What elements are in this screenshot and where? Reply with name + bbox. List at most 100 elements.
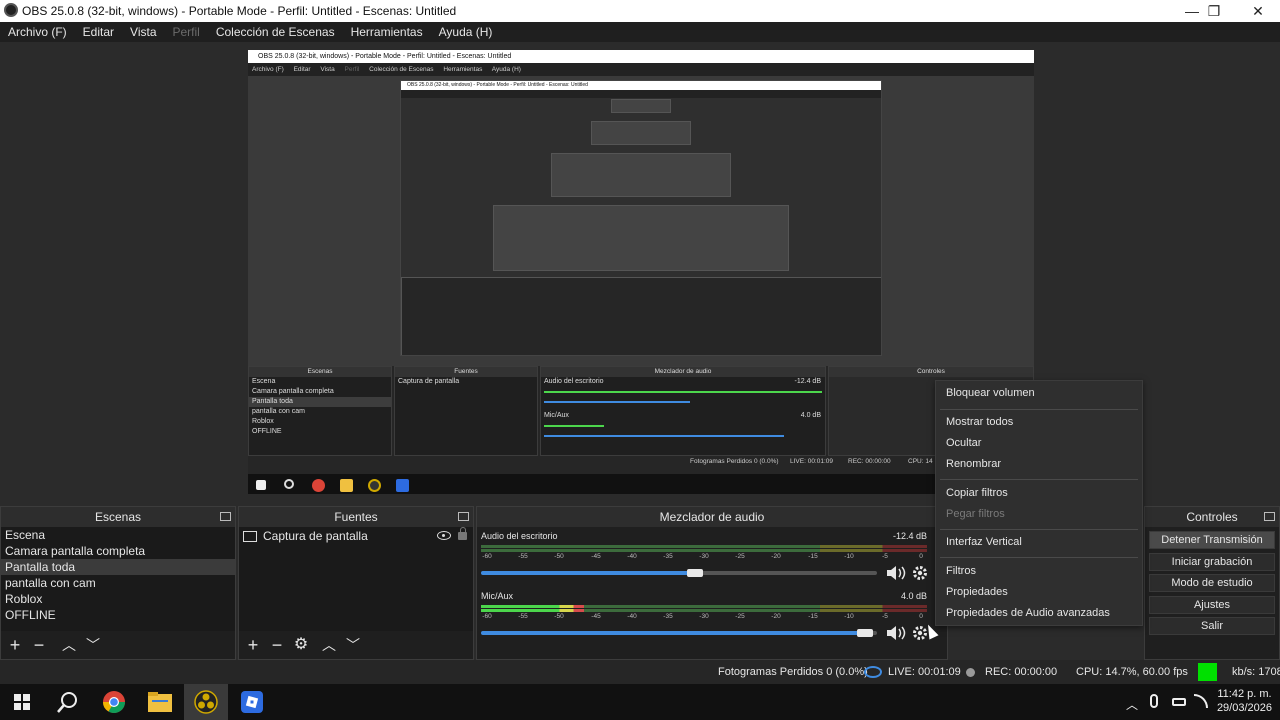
menu-item-bloquear-volumen[interactable]: Bloquear volumen bbox=[946, 387, 1035, 399]
volume-slider-rest[interactable] bbox=[695, 571, 877, 575]
tray-chevron-up-icon[interactable]: ︿ bbox=[1126, 696, 1138, 713]
add-source-button[interactable]: + bbox=[243, 635, 263, 655]
maximize-button[interactable]: ❐ bbox=[1192, 0, 1236, 22]
menu-separator bbox=[940, 557, 1138, 558]
studio-mode-button[interactable]: Modo de estudio bbox=[1149, 574, 1275, 592]
nested-taskbar bbox=[248, 474, 1034, 494]
wifi-icon[interactable] bbox=[1194, 694, 1208, 708]
volume-slider-handle[interactable] bbox=[687, 569, 703, 577]
menu-herramientas[interactable]: Herramientas bbox=[343, 25, 431, 39]
exit-button[interactable]: Salir bbox=[1149, 617, 1275, 635]
rec-time: REC: 00:00:00 bbox=[985, 666, 1058, 678]
remove-source-button[interactable]: − bbox=[267, 635, 287, 655]
sources-header: Fuentes bbox=[239, 507, 473, 527]
menu-item-filtros[interactable]: Filtros bbox=[946, 565, 976, 577]
controls-header: Controles bbox=[1145, 507, 1279, 527]
meter-tick-label: -55 bbox=[518, 613, 528, 620]
meter-tick-label: -50 bbox=[554, 613, 564, 620]
battery-icon[interactable] bbox=[1172, 698, 1186, 706]
windows-start-icon[interactable] bbox=[0, 684, 44, 720]
meter-tick-label: -25 bbox=[735, 553, 745, 560]
close-button[interactable]: ✕ bbox=[1236, 0, 1280, 22]
meter-level bbox=[481, 609, 584, 612]
menu-item-interfaz-vertical[interactable]: Interfaz Vertical bbox=[946, 536, 1022, 548]
microphone-icon[interactable] bbox=[1150, 694, 1158, 708]
start-recording-button[interactable]: Iniciar grabación bbox=[1149, 553, 1275, 571]
preview-canvas[interactable]: OBS 25.0.8 (32-bit, windows) - Portable … bbox=[248, 50, 1034, 494]
nested-menu-item: Archivo (F) bbox=[252, 66, 284, 73]
nested-desktop-label: Audio del escritorio bbox=[544, 378, 604, 385]
meter-level bbox=[481, 605, 584, 608]
lock-icon[interactable] bbox=[458, 527, 467, 540]
scene-item[interactable]: Escena bbox=[1, 527, 235, 543]
nested-menu-item: Perfil bbox=[344, 66, 360, 73]
meter-tick-label: -45 bbox=[591, 613, 601, 620]
undock-icon[interactable] bbox=[458, 512, 469, 521]
search-icon[interactable] bbox=[46, 684, 90, 720]
source-properties-gear-icon[interactable]: ⚙ bbox=[291, 635, 311, 655]
scene-item[interactable]: Camara pantalla completa bbox=[1, 543, 235, 559]
menu-item-propiedades[interactable]: Propiedades bbox=[946, 586, 1008, 598]
rec-indicator-icon bbox=[966, 668, 975, 677]
scene-item[interactable]: Pantalla toda bbox=[1, 559, 235, 575]
gear-icon[interactable] bbox=[911, 564, 929, 582]
volume-slider[interactable] bbox=[481, 631, 865, 635]
stop-streaming-button[interactable]: Detener Transmisión bbox=[1149, 531, 1275, 549]
meter-tick-label: -15 bbox=[808, 553, 818, 560]
move-up-button[interactable]: ︿ bbox=[59, 635, 79, 655]
volume-slider-handle[interactable] bbox=[857, 629, 873, 637]
source-item[interactable]: Captura de pantalla bbox=[239, 527, 473, 545]
undock-icon[interactable] bbox=[1264, 512, 1275, 521]
scene-item[interactable]: OFFLINE bbox=[1, 607, 235, 623]
move-down-button[interactable]: ﹀ bbox=[343, 635, 363, 655]
recursive-frame bbox=[401, 277, 881, 355]
cpu-usage: CPU: 14.7%, 60.00 fps bbox=[1076, 666, 1188, 678]
add-scene-button[interactable]: + bbox=[5, 635, 25, 655]
menu-item-mostrar-todos[interactable]: Mostrar todos bbox=[946, 416, 1013, 428]
system-clock[interactable]: 11:42 p. m. 29/03/2026 bbox=[1217, 687, 1272, 715]
menu-bar: Archivo (F) Editar Vista Perfil Colecció… bbox=[0, 22, 1280, 42]
meter-tick-label: -10 bbox=[844, 613, 854, 620]
menu-item-pegar-filtros[interactable]: Pegar filtros bbox=[946, 508, 1005, 520]
channel-name: Audio del escritorio bbox=[481, 531, 558, 541]
meter-tick-label: -10 bbox=[844, 553, 854, 560]
speaker-icon[interactable] bbox=[885, 565, 907, 581]
nested-scene: Roblox bbox=[252, 418, 274, 425]
nested-menu-item: Ayuda (H) bbox=[491, 66, 521, 73]
menu-separator bbox=[940, 409, 1138, 410]
undock-icon[interactable] bbox=[220, 512, 231, 521]
settings-button[interactable]: Ajustes bbox=[1149, 596, 1275, 614]
move-down-button[interactable]: ﹀ bbox=[83, 635, 103, 655]
menu-perfil[interactable]: Perfil bbox=[165, 25, 208, 39]
chrome-icon[interactable] bbox=[92, 684, 136, 720]
volume-slider[interactable] bbox=[481, 571, 695, 575]
menu-ayuda[interactable]: Ayuda (H) bbox=[431, 25, 501, 39]
meter-tick-label: 0 bbox=[919, 553, 923, 560]
channel-db: -12.4 dB bbox=[892, 531, 927, 541]
menu-editar[interactable]: Editar bbox=[75, 25, 122, 39]
live-time: LIVE: 00:01:09 bbox=[888, 666, 961, 678]
nested-status-dropped: Fotogramas Perdidos 0 (0.0%) bbox=[690, 458, 779, 465]
file-explorer-icon[interactable] bbox=[138, 684, 182, 720]
obs-icon[interactable] bbox=[184, 684, 228, 720]
scene-item[interactable]: Roblox bbox=[1, 591, 235, 607]
nested-title-bar: OBS 25.0.8 (32-bit, windows) - Portable … bbox=[248, 50, 1034, 63]
menu-archivo[interactable]: Archivo (F) bbox=[0, 25, 75, 39]
remove-scene-button[interactable]: − bbox=[29, 635, 49, 655]
menu-coleccion-escenas[interactable]: Colección de Escenas bbox=[208, 25, 343, 39]
visibility-eye-icon[interactable] bbox=[437, 531, 451, 540]
nested-scene: OFFLINE bbox=[252, 428, 282, 435]
menu-item-copiar-filtros[interactable]: Copiar filtros bbox=[946, 487, 1008, 499]
menu-item-renombrar[interactable]: Renombrar bbox=[946, 458, 1001, 470]
menu-item-propiedades-audio-avanzadas[interactable]: Propiedades de Audio avanzadas bbox=[946, 607, 1110, 619]
menu-vista[interactable]: Vista bbox=[122, 25, 164, 39]
nested-desktop-db: -12.4 dB bbox=[794, 378, 821, 385]
move-up-button[interactable]: ︿ bbox=[319, 635, 339, 655]
mixer-channel-mic: Mic/Aux 4.0 dB -60 -55 -50 -45 -40 -35 -30 -25-… bbox=[481, 591, 927, 647]
menu-item-ocultar[interactable]: Ocultar bbox=[946, 437, 981, 449]
meter-tick-label: -20 bbox=[771, 613, 781, 620]
scene-item[interactable]: pantalla con cam bbox=[1, 575, 235, 591]
meter-tick-label: -40 bbox=[627, 553, 637, 560]
speaker-icon[interactable] bbox=[885, 625, 907, 641]
roblox-icon[interactable] bbox=[230, 684, 274, 720]
